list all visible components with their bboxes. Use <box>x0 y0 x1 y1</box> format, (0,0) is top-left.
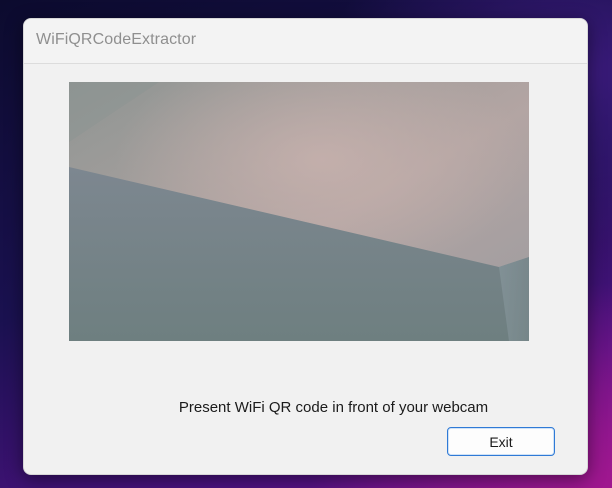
app-window: WiFiQRCodeExtractor Present WiFi QR code… <box>23 18 588 475</box>
window-title: WiFiQRCodeExtractor <box>36 31 197 48</box>
webcam-image <box>69 82 529 341</box>
instruction-text: Present WiFi QR code in front of your we… <box>178 399 489 416</box>
webcam-preview <box>69 82 529 341</box>
title-bar[interactable]: WiFiQRCodeExtractor <box>24 19 587 64</box>
exit-button[interactable]: Exit <box>447 427 555 456</box>
